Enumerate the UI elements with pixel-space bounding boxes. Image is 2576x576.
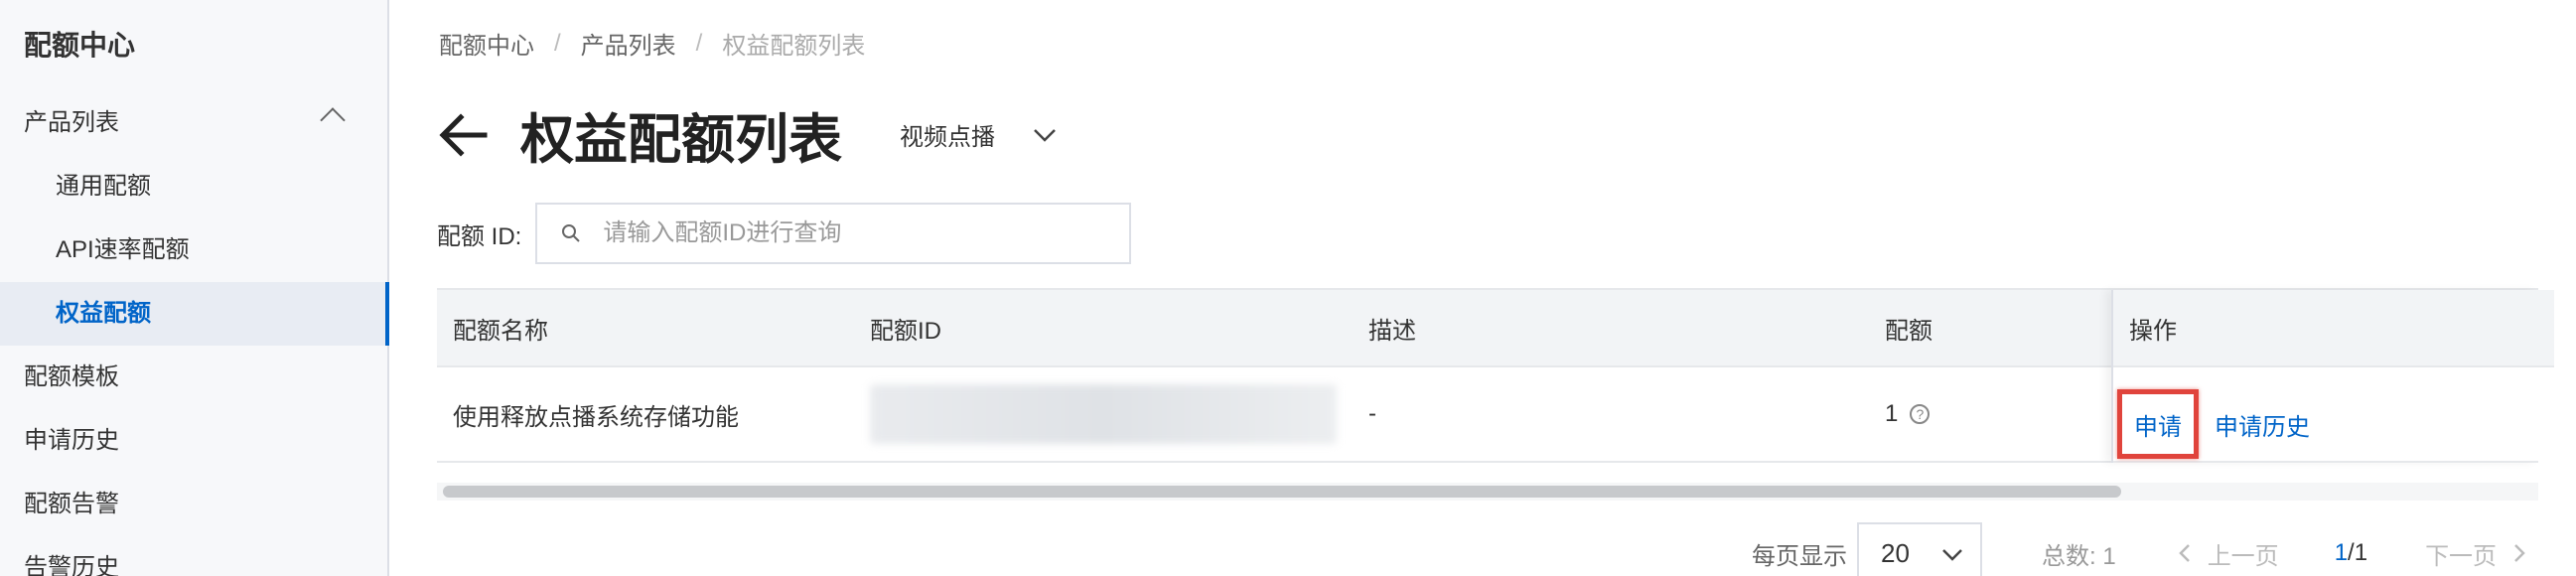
sidebar-item-label: 配额模板 (24, 363, 119, 390)
apply-history-link-cell: 申请历史 (2215, 399, 2310, 449)
column-header-description: 描述 (1368, 317, 1416, 345)
title-row: 权益配额列表 视频点播 (435, 95, 1061, 174)
quota-id-redacted (870, 367, 1337, 461)
prev-page-label: 上一页 (2207, 542, 2279, 570)
sidebar-item-label: 申请历史 (24, 427, 119, 454)
sidebar-item-general-quota[interactable]: 通用配额 (0, 155, 387, 218)
sidebar-item-alarm-history[interactable]: 告警历史 (0, 536, 387, 576)
column-header-quota: 配额 (1885, 317, 1932, 345)
per-page-label: 每页显示 (1752, 542, 1847, 570)
current-page: 1 (2334, 539, 2349, 566)
search-label: 配额 ID: (437, 222, 522, 250)
sidebar-item-privilege-quota[interactable]: 权益配额 (0, 282, 389, 346)
back-arrow-icon[interactable] (435, 107, 491, 163)
product-selector[interactable]: 视频点播 (900, 117, 1061, 152)
page-indicator: 1/1 (2335, 539, 2367, 567)
sidebar-item-quota-template[interactable]: 配额模板 (0, 346, 387, 409)
sidebar-item-label: API速率配额 (56, 236, 190, 263)
sidebar-item-quota-alarm[interactable]: 配额告警 (0, 473, 387, 536)
help-icon[interactable]: ? (1910, 404, 1931, 424)
search-input[interactable] (603, 219, 1120, 247)
product-selector-value: 视频点播 (900, 124, 995, 151)
chevron-down-icon (1034, 128, 1056, 142)
breadcrumb-separator: / (554, 29, 561, 57)
apply-history-link[interactable]: 申请历史 (2215, 407, 2310, 442)
pagination: 每页显示 20 总数: 1 上一页 1/1 下一页 (1752, 522, 2530, 576)
sidebar-item-label: 配额告警 (24, 491, 119, 517)
sidebar-item-label: 通用配额 (56, 173, 151, 200)
column-header-name: 配额名称 (453, 317, 548, 345)
apply-link[interactable]: 申请 (2134, 407, 2182, 442)
quota-value-cell: 1 ? (1885, 367, 1931, 461)
sidebar-item-label: 权益配额 (56, 300, 151, 327)
chevron-up-icon (320, 107, 346, 133)
breadcrumb-home[interactable]: 配额中心 (439, 26, 534, 61)
chevron-left-icon (2178, 544, 2190, 562)
horizontal-scrollbar[interactable] (437, 483, 2538, 501)
column-header-actions-label: 操作 (2129, 317, 2177, 345)
breadcrumb: 配额中心 / 产品列表 / 权益配额列表 (439, 26, 865, 61)
chevron-down-icon (1942, 549, 1962, 561)
breadcrumb-separator: / (695, 29, 703, 57)
chevron-right-icon (2514, 544, 2525, 562)
search-row: 配额 ID: (437, 203, 1132, 264)
quota-name: 使用释放点播系统存储功能 (453, 403, 739, 431)
apply-button[interactable]: 申请 (2117, 389, 2199, 459)
quota-table: 配额名称 配额ID 描述 配额 使用释放点播系统存储功能 - 1 ? 操作 申请… (437, 288, 2554, 483)
search-box[interactable] (535, 203, 1132, 264)
next-page-button[interactable]: 下一页 (2425, 536, 2530, 571)
sidebar-item-label: 告警历史 (24, 554, 119, 576)
page-title: 权益配额列表 (520, 110, 842, 170)
column-header-actions: 操作 (2129, 290, 2554, 367)
quota-description: - (1368, 400, 1376, 427)
page-size-select[interactable]: 20 (1857, 522, 1982, 576)
breadcrumb-product-list[interactable]: 产品列表 (581, 26, 676, 61)
sidebar-title: 配额中心 (24, 30, 136, 61)
sidebar: 配额中心 产品列表 通用配额 API速率配额 权益配额 配额模板 申请历史 配额… (0, 0, 389, 576)
search-icon (562, 224, 581, 242)
total-pages: /1 (2348, 539, 2368, 566)
sidebar-item-api-rate-quota[interactable]: API速率配额 (0, 218, 387, 282)
column-header-id: 配额ID (870, 317, 941, 345)
prev-page-button[interactable]: 上一页 (2174, 536, 2279, 571)
scrollbar-thumb[interactable] (443, 486, 2121, 498)
total-count: 总数: 1 (2042, 542, 2116, 570)
sidebar-item-apply-history[interactable]: 申请历史 (0, 409, 387, 473)
main-content: 配额中心 / 产品列表 / 权益配额列表 权益配额列表 视频点播 配额 ID: … (389, 0, 2576, 576)
breadcrumb-current: 权益配额列表 (722, 33, 866, 60)
page-size-value: 20 (1881, 537, 1910, 568)
sidebar-item-product-list[interactable]: 产品列表 (0, 91, 387, 155)
sidebar-item-label: 产品列表 (24, 109, 119, 136)
next-page-label: 下一页 (2425, 542, 2498, 570)
quota-value: 1 (1885, 400, 1899, 427)
